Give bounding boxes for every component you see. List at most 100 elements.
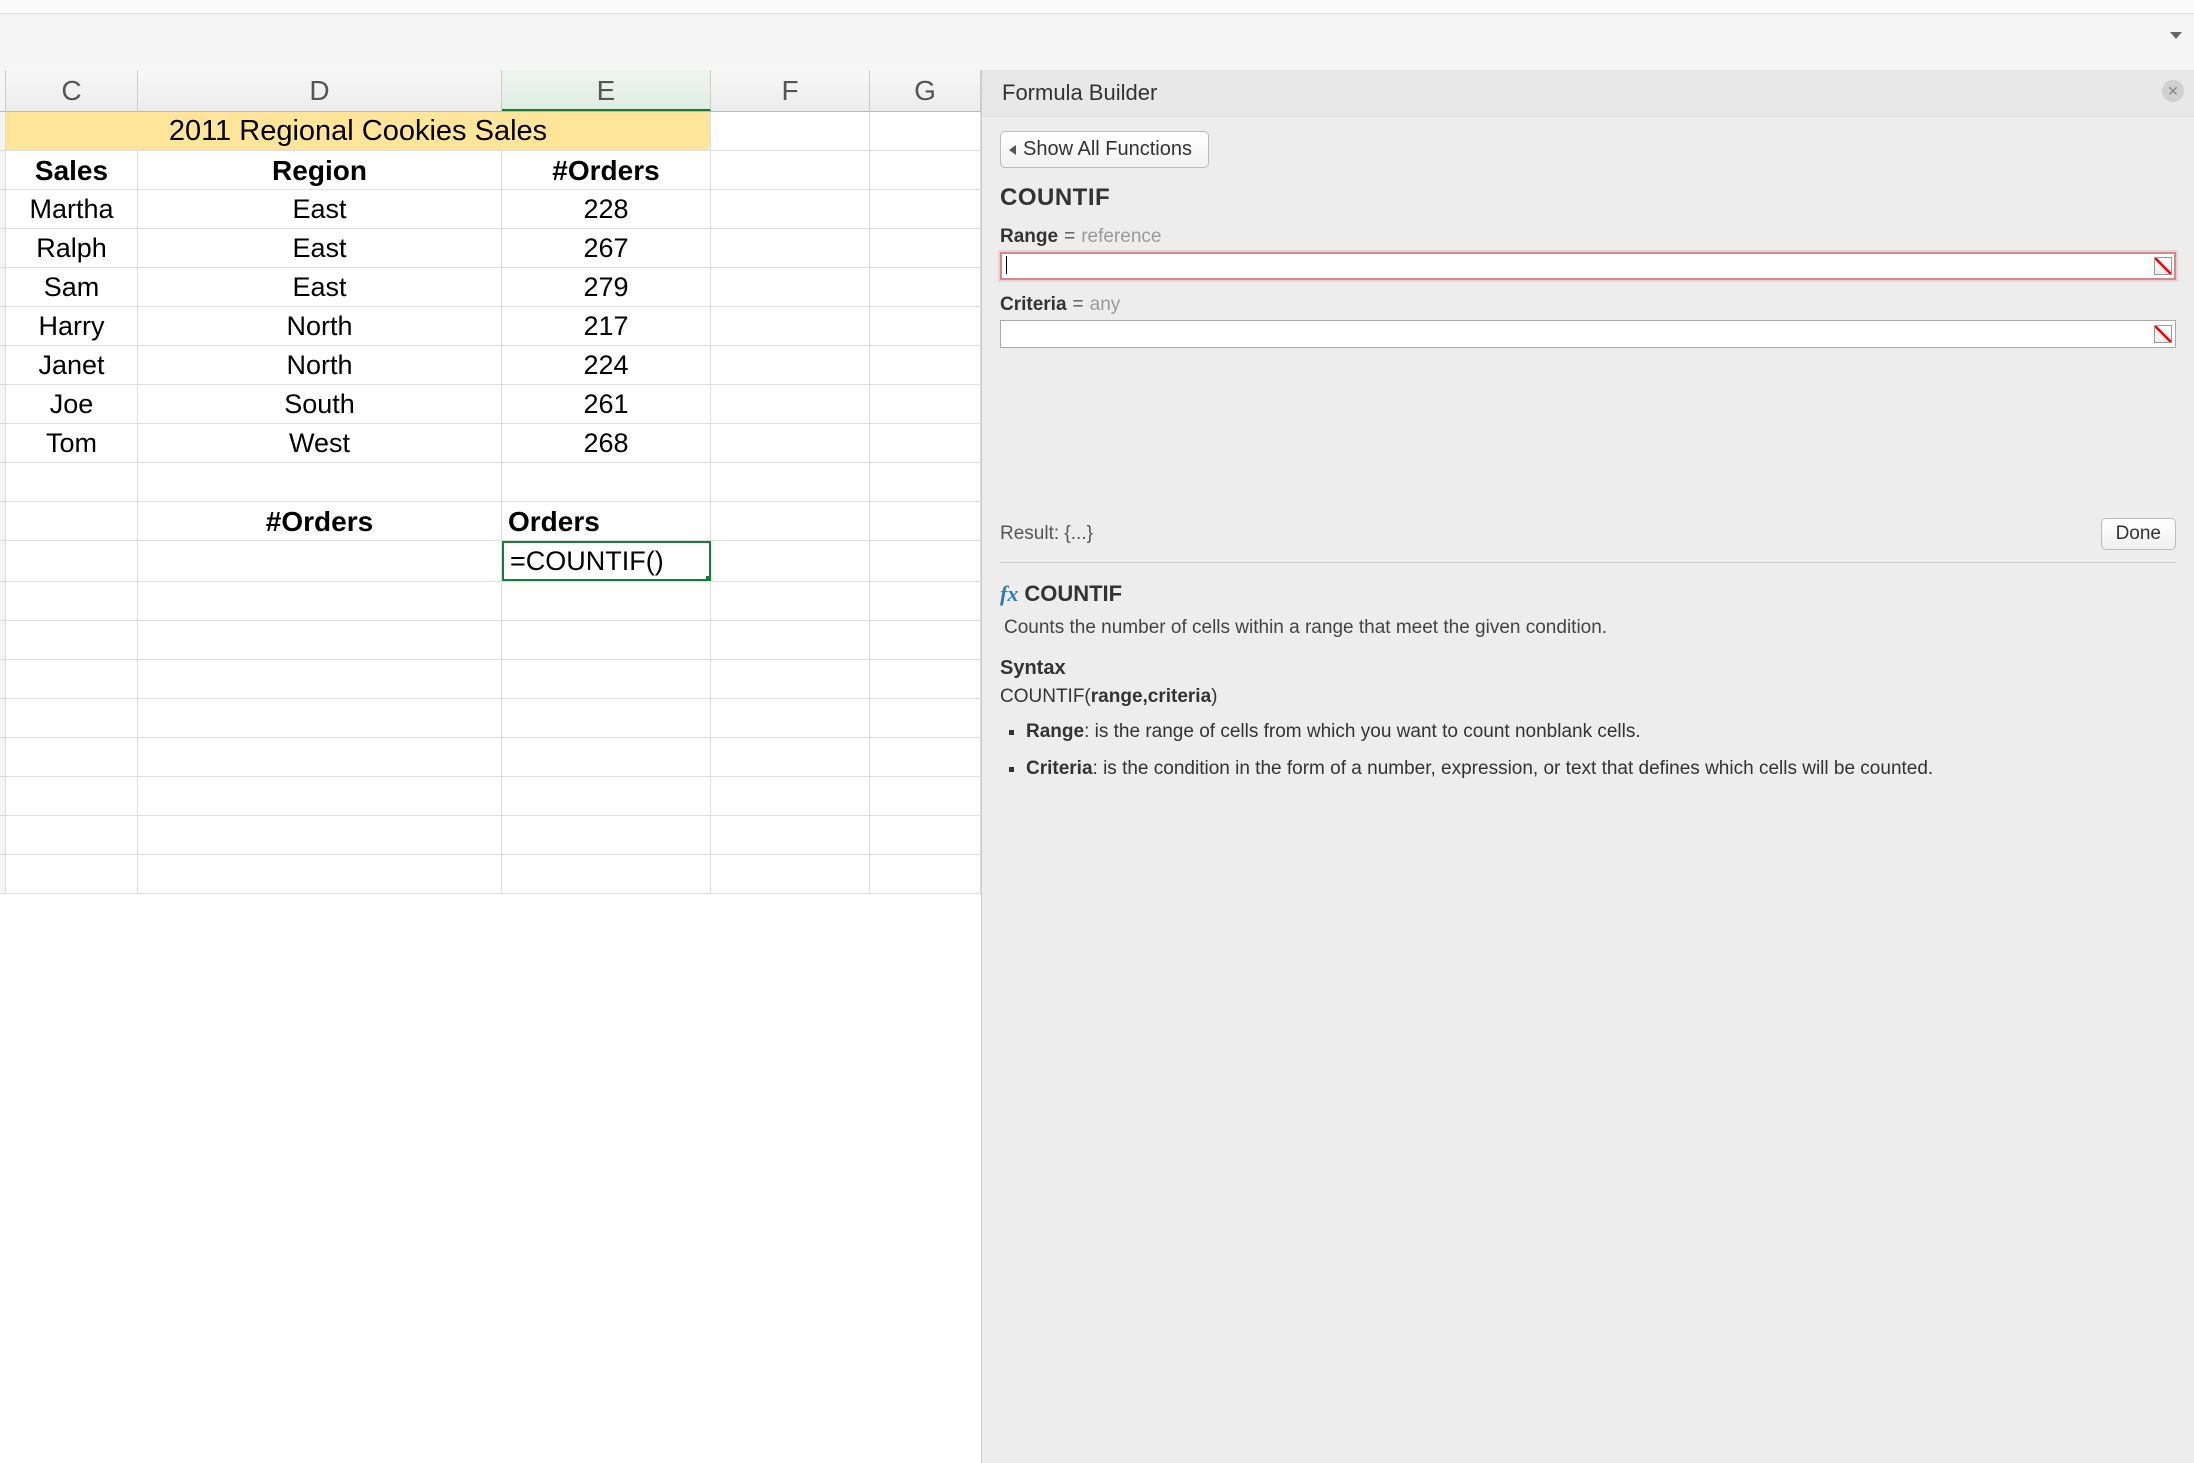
- cell[interactable]: [870, 424, 981, 462]
- data-cell[interactable]: 267: [502, 229, 711, 267]
- cell[interactable]: [138, 738, 502, 776]
- cell[interactable]: [502, 463, 711, 501]
- cell[interactable]: [711, 229, 870, 267]
- data-cell[interactable]: 261: [502, 385, 711, 423]
- active-edit-cell[interactable]: =COUNTIF(): [502, 541, 711, 581]
- cell[interactable]: [870, 151, 981, 189]
- data-cell[interactable]: 279: [502, 268, 711, 306]
- cell[interactable]: [138, 621, 502, 659]
- cell[interactable]: [711, 660, 870, 698]
- cell[interactable]: [138, 541, 502, 581]
- cell[interactable]: [711, 541, 870, 581]
- cell[interactable]: [502, 699, 711, 737]
- cell[interactable]: [711, 346, 870, 384]
- cell[interactable]: [870, 582, 981, 620]
- data-cell[interactable]: 217: [502, 307, 711, 345]
- column-header[interactable]: G: [870, 70, 981, 111]
- data-cell[interactable]: 268: [502, 424, 711, 462]
- cell[interactable]: [711, 502, 870, 540]
- header-cell[interactable]: Region: [138, 151, 502, 189]
- cell[interactable]: [6, 621, 138, 659]
- cell[interactable]: [870, 660, 981, 698]
- data-cell[interactable]: Tom: [6, 424, 138, 462]
- range-selector-icon[interactable]: [2154, 325, 2172, 343]
- cell[interactable]: [138, 582, 502, 620]
- cell[interactable]: [870, 112, 981, 150]
- cell[interactable]: [6, 777, 138, 815]
- cell[interactable]: [870, 268, 981, 306]
- range-selector-icon[interactable]: [2154, 257, 2172, 275]
- data-cell[interactable]: North: [138, 346, 502, 384]
- cell[interactable]: [711, 424, 870, 462]
- cell[interactable]: [870, 307, 981, 345]
- cell[interactable]: [6, 463, 138, 501]
- cell[interactable]: [870, 541, 981, 581]
- cell[interactable]: [138, 660, 502, 698]
- data-cell[interactable]: East: [138, 190, 502, 228]
- done-button[interactable]: Done: [2101, 518, 2176, 550]
- data-cell[interactable]: 228: [502, 190, 711, 228]
- cell[interactable]: [711, 385, 870, 423]
- column-header[interactable]: C: [6, 70, 138, 111]
- cell[interactable]: [711, 738, 870, 776]
- cell[interactable]: [711, 151, 870, 189]
- data-cell[interactable]: 224: [502, 346, 711, 384]
- cell[interactable]: [502, 660, 711, 698]
- cell[interactable]: [6, 816, 138, 854]
- header-cell[interactable]: #Orders: [502, 151, 711, 189]
- header-cell[interactable]: Sales Rep: [6, 151, 138, 189]
- cell[interactable]: [711, 855, 870, 893]
- summary-label-cell[interactable]: #Orders: [138, 502, 502, 540]
- cell[interactable]: [502, 621, 711, 659]
- cell[interactable]: [870, 621, 981, 659]
- cell[interactable]: [711, 190, 870, 228]
- cell[interactable]: [502, 738, 711, 776]
- close-panel-icon[interactable]: ✕: [2162, 80, 2184, 102]
- cell[interactable]: [138, 816, 502, 854]
- cell[interactable]: [138, 777, 502, 815]
- column-header[interactable]: F: [711, 70, 870, 111]
- cell[interactable]: [870, 385, 981, 423]
- cell[interactable]: [711, 268, 870, 306]
- cell[interactable]: [6, 502, 138, 540]
- data-cell[interactable]: Sam: [6, 268, 138, 306]
- data-cell[interactable]: Harry: [6, 307, 138, 345]
- cell[interactable]: [711, 582, 870, 620]
- summary-label-cell[interactable]: Orders Counted: [502, 502, 711, 540]
- cell[interactable]: [870, 346, 981, 384]
- cell[interactable]: [6, 541, 138, 581]
- column-header[interactable]: D: [138, 70, 502, 111]
- argument-input[interactable]: [1000, 252, 2176, 280]
- cell[interactable]: [870, 229, 981, 267]
- cell[interactable]: [870, 777, 981, 815]
- cell[interactable]: [6, 738, 138, 776]
- cell[interactable]: [870, 738, 981, 776]
- cell[interactable]: [138, 463, 502, 501]
- cell[interactable]: [711, 112, 870, 150]
- spreadsheet-grid[interactable]: CDEFG 2011 Regional Cookies Sales Sales …: [0, 70, 981, 1463]
- title-band-cell[interactable]: 2011 Regional Cookies Sales: [6, 112, 711, 150]
- cell[interactable]: [870, 502, 981, 540]
- data-cell[interactable]: East: [138, 229, 502, 267]
- cell[interactable]: [870, 816, 981, 854]
- cell[interactable]: [502, 777, 711, 815]
- data-cell[interactable]: North: [138, 307, 502, 345]
- cell[interactable]: [138, 699, 502, 737]
- data-cell[interactable]: Janet: [6, 346, 138, 384]
- cell[interactable]: [6, 582, 138, 620]
- ribbon-expand-caret-icon[interactable]: [2170, 32, 2182, 39]
- cell[interactable]: [6, 699, 138, 737]
- data-cell[interactable]: Martha: [6, 190, 138, 228]
- cell[interactable]: [870, 463, 981, 501]
- cell[interactable]: [870, 699, 981, 737]
- show-all-functions-button[interactable]: Show All Functions: [1000, 131, 1209, 168]
- data-cell[interactable]: West: [138, 424, 502, 462]
- cell[interactable]: [711, 621, 870, 659]
- data-cell[interactable]: East: [138, 268, 502, 306]
- cell[interactable]: [138, 855, 502, 893]
- cell[interactable]: [711, 307, 870, 345]
- data-cell[interactable]: Joe: [6, 385, 138, 423]
- cell[interactable]: [502, 855, 711, 893]
- column-header[interactable]: E: [502, 70, 711, 111]
- cell[interactable]: [711, 816, 870, 854]
